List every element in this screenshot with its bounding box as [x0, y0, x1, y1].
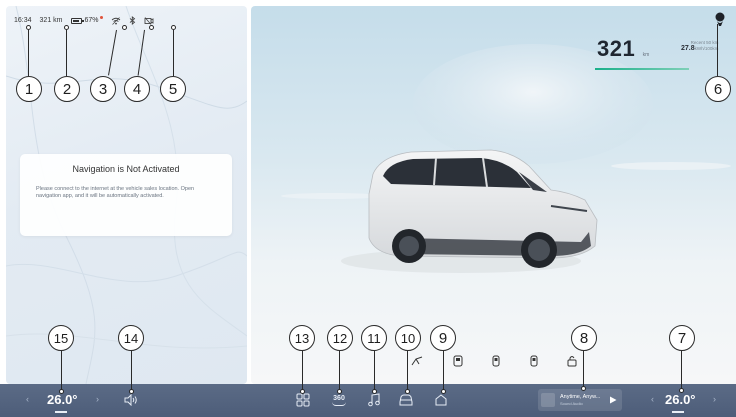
window-left-icon[interactable] — [490, 355, 502, 367]
callout-pin-15 — [59, 389, 64, 394]
volume-icon[interactable] — [124, 394, 138, 406]
vehicle-icon[interactable] — [398, 393, 414, 407]
clock: 16:34 — [14, 17, 32, 24]
callout-3: 3 — [90, 76, 116, 102]
callout-9: 9 — [430, 325, 456, 351]
status-bar: 16:34 321 km 67% — [14, 16, 154, 25]
callout-leader-6 — [717, 24, 719, 76]
app-grid-icon[interactable] — [296, 393, 310, 407]
home-icon[interactable] — [434, 393, 448, 407]
left-temp-indicator — [55, 411, 67, 413]
battery-icon — [70, 17, 84, 24]
right-temp-decrease-button[interactable]: ‹ — [651, 394, 654, 404]
right-temp-increase-button[interactable]: › — [713, 394, 716, 404]
callout-pin-9 — [441, 389, 446, 394]
play-icon[interactable] — [609, 396, 617, 404]
callout-1: 1 — [16, 76, 42, 102]
notification-dot — [99, 16, 103, 19]
music-icon[interactable] — [367, 393, 381, 407]
callout-6: 6 — [705, 76, 731, 102]
callout-12: 12 — [327, 325, 353, 351]
callout-leader-5 — [173, 30, 175, 76]
range-readout: 321 km — [39, 17, 63, 24]
navigation-card: Navigation is Not Activated Please conne… — [20, 154, 232, 236]
callout-15: 15 — [48, 325, 74, 351]
left-temp-increase-button[interactable]: › — [96, 394, 99, 404]
callout-pin-4 — [149, 25, 154, 30]
media-player[interactable]: Anytime, Anyw... Sound Audio — [538, 389, 622, 411]
left-temp-decrease-button[interactable]: ‹ — [26, 394, 29, 404]
range-bar — [595, 68, 689, 70]
range-unit: km — [642, 52, 650, 58]
bluetooth-icon[interactable] — [129, 16, 136, 25]
callout-14: 14 — [118, 325, 144, 351]
wiper-icon[interactable] — [411, 355, 423, 367]
callout-leader-8 — [583, 351, 585, 388]
callout-4: 4 — [124, 76, 150, 102]
callout-leader-2 — [66, 30, 68, 76]
battery-status: 67% — [70, 16, 103, 24]
planet-graphic — [413, 44, 653, 164]
callout-leader-9 — [443, 351, 445, 391]
callout-pin-7 — [679, 388, 684, 393]
range-value: 321 — [597, 36, 636, 61]
car-image — [368, 149, 598, 268]
right-temp-indicator — [672, 411, 684, 413]
left-temperature[interactable]: 26.0° — [47, 392, 78, 407]
navigation-message: Please connect to the internet at the ve… — [36, 186, 195, 199]
door-icon[interactable] — [452, 355, 464, 367]
right-temperature[interactable]: 26.0° — [665, 392, 696, 407]
callout-leader-10 — [407, 351, 409, 391]
callout-5: 5 — [160, 76, 186, 102]
camera-off-icon[interactable] — [144, 16, 154, 25]
callout-13: 13 — [289, 325, 315, 351]
callout-pin-11 — [372, 389, 377, 394]
callout-leader-11 — [374, 351, 376, 391]
callout-7: 7 — [669, 325, 695, 351]
vehicle-panel: 321 km Recent 50 km 27.8kWh/100km — [251, 6, 736, 384]
media-subtitle: Sound Audio — [560, 401, 583, 406]
callout-pin-8 — [581, 386, 586, 391]
album-art — [541, 393, 555, 407]
callout-leader-14 — [131, 351, 133, 391]
bottom-dock: ‹ 26.0° › 360 Anytime, Anyw... Sound Aud… — [0, 384, 736, 417]
callout-pin-12 — [337, 389, 342, 394]
callout-leader-12 — [339, 351, 341, 391]
callout-leader-7 — [681, 351, 683, 390]
callout-pin-13 — [300, 389, 305, 394]
battery-percent: 67% — [84, 17, 99, 24]
consumption-value: 27.8kWh/100km — [681, 45, 719, 52]
window-right-icon[interactable] — [528, 355, 540, 367]
callout-pin-10 — [405, 389, 410, 394]
energy-consumption: Recent 50 km 27.8kWh/100km — [681, 40, 718, 52]
callout-leader-15 — [61, 351, 63, 391]
callout-8: 8 — [571, 325, 597, 351]
callout-11: 11 — [361, 325, 387, 351]
callout-leader-13 — [302, 351, 304, 391]
media-title: Anytime, Anyw... — [560, 394, 601, 400]
user-profile-icon[interactable] — [714, 12, 726, 28]
lock-icon[interactable] — [566, 355, 578, 367]
vehicle-scene — [281, 44, 731, 273]
callout-pin-14 — [129, 389, 134, 394]
callout-leader-1 — [28, 30, 30, 76]
navigation-title: Navigation is Not Activated — [72, 164, 180, 174]
wifi-icon[interactable] — [111, 16, 121, 25]
callout-2: 2 — [54, 76, 80, 102]
range-display: 321 km — [595, 36, 689, 70]
callout-pin-3 — [122, 25, 127, 30]
callout-10: 10 — [395, 325, 421, 351]
360-view-icon[interactable]: 360 — [331, 393, 347, 407]
